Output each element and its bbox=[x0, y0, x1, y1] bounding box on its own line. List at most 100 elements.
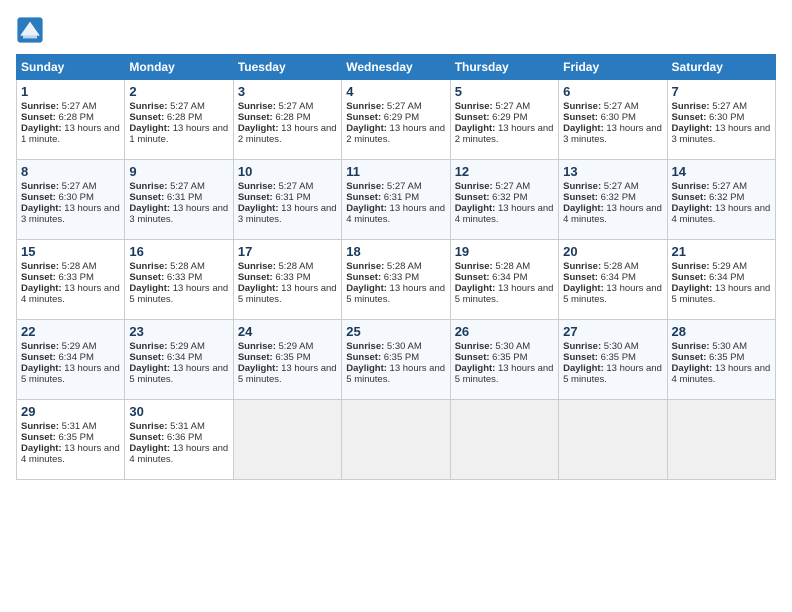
sunrise-label: Sunrise: bbox=[455, 101, 496, 112]
sunrise-value: 5:27 AM bbox=[62, 181, 97, 192]
calendar-cell bbox=[667, 400, 775, 480]
calendar-cell: 4Sunrise: 5:27 AMSunset: 6:29 PMDaylight… bbox=[342, 80, 450, 160]
calendar-cell: 20Sunrise: 5:28 AMSunset: 6:34 PMDayligh… bbox=[559, 240, 667, 320]
sunrise-value: 5:27 AM bbox=[62, 101, 97, 112]
day-number: 17 bbox=[238, 244, 337, 259]
sunrise-label: Sunrise: bbox=[21, 181, 62, 192]
header bbox=[16, 16, 776, 44]
sunrise-value: 5:30 AM bbox=[604, 341, 639, 352]
day-number: 11 bbox=[346, 164, 445, 179]
daylight-label: Daylight: bbox=[563, 123, 606, 134]
sunrise-label: Sunrise: bbox=[129, 181, 170, 192]
daylight-label: Daylight: bbox=[238, 123, 281, 134]
sunset-label: Sunset: bbox=[21, 432, 58, 443]
day-number: 8 bbox=[21, 164, 120, 179]
sunset-label: Sunset: bbox=[129, 352, 166, 363]
sunrise-value: 5:29 AM bbox=[62, 341, 97, 352]
daylight-label: Daylight: bbox=[455, 203, 498, 214]
calendar-week-row: 8Sunrise: 5:27 AMSunset: 6:30 PMDaylight… bbox=[17, 160, 776, 240]
sunrise-value: 5:27 AM bbox=[712, 101, 747, 112]
sunrise-value: 5:29 AM bbox=[170, 341, 205, 352]
sunset-label: Sunset: bbox=[672, 192, 709, 203]
sunset-label: Sunset: bbox=[129, 272, 166, 283]
calendar-cell: 10Sunrise: 5:27 AMSunset: 6:31 PMDayligh… bbox=[233, 160, 341, 240]
sunset-label: Sunset: bbox=[455, 192, 492, 203]
sunrise-value: 5:27 AM bbox=[387, 101, 422, 112]
calendar-cell: 1Sunrise: 5:27 AMSunset: 6:28 PMDaylight… bbox=[17, 80, 125, 160]
sunrise-value: 5:27 AM bbox=[170, 181, 205, 192]
sunset-value: 6:33 PM bbox=[384, 272, 419, 283]
calendar-cell: 3Sunrise: 5:27 AMSunset: 6:28 PMDaylight… bbox=[233, 80, 341, 160]
sunrise-label: Sunrise: bbox=[21, 101, 62, 112]
daylight-label: Daylight: bbox=[346, 283, 389, 294]
sunset-value: 6:30 PM bbox=[709, 112, 744, 123]
sunset-value: 6:35 PM bbox=[275, 352, 310, 363]
daylight-label: Daylight: bbox=[455, 363, 498, 374]
daylight-label: Daylight: bbox=[129, 283, 172, 294]
sunrise-label: Sunrise: bbox=[129, 341, 170, 352]
day-number: 5 bbox=[455, 84, 554, 99]
daylight-label: Daylight: bbox=[563, 363, 606, 374]
daylight-label: Daylight: bbox=[346, 363, 389, 374]
sunset-label: Sunset: bbox=[672, 272, 709, 283]
calendar-cell: 29Sunrise: 5:31 AMSunset: 6:35 PMDayligh… bbox=[17, 400, 125, 480]
weekday-header-row: SundayMondayTuesdayWednesdayThursdayFrid… bbox=[17, 55, 776, 80]
logo-icon bbox=[16, 16, 44, 44]
sunset-label: Sunset: bbox=[238, 352, 275, 363]
sunrise-label: Sunrise: bbox=[21, 341, 62, 352]
sunrise-label: Sunrise: bbox=[21, 421, 62, 432]
sunset-label: Sunset: bbox=[563, 272, 600, 283]
sunset-value: 6:32 PM bbox=[492, 192, 527, 203]
day-number: 16 bbox=[129, 244, 228, 259]
day-number: 3 bbox=[238, 84, 337, 99]
day-number: 30 bbox=[129, 404, 228, 419]
sunset-label: Sunset: bbox=[129, 432, 166, 443]
calendar-cell: 23Sunrise: 5:29 AMSunset: 6:34 PMDayligh… bbox=[125, 320, 233, 400]
sunset-value: 6:35 PM bbox=[601, 352, 636, 363]
day-number: 27 bbox=[563, 324, 662, 339]
sunset-label: Sunset: bbox=[672, 352, 709, 363]
sunrise-label: Sunrise: bbox=[21, 261, 62, 272]
sunset-label: Sunset: bbox=[346, 272, 383, 283]
sunset-value: 6:28 PM bbox=[167, 112, 202, 123]
calendar-cell bbox=[559, 400, 667, 480]
sunrise-value: 5:28 AM bbox=[170, 261, 205, 272]
sunrise-label: Sunrise: bbox=[238, 101, 279, 112]
calendar-cell: 2Sunrise: 5:27 AMSunset: 6:28 PMDaylight… bbox=[125, 80, 233, 160]
calendar-cell: 22Sunrise: 5:29 AMSunset: 6:34 PMDayligh… bbox=[17, 320, 125, 400]
calendar-cell: 12Sunrise: 5:27 AMSunset: 6:32 PMDayligh… bbox=[450, 160, 558, 240]
day-number: 18 bbox=[346, 244, 445, 259]
sunrise-value: 5:27 AM bbox=[279, 101, 314, 112]
calendar-cell: 30Sunrise: 5:31 AMSunset: 6:36 PMDayligh… bbox=[125, 400, 233, 480]
sunrise-label: Sunrise: bbox=[672, 341, 713, 352]
daylight-label: Daylight: bbox=[21, 443, 64, 454]
sunrise-label: Sunrise: bbox=[238, 261, 279, 272]
sunset-value: 6:32 PM bbox=[601, 192, 636, 203]
calendar-cell: 6Sunrise: 5:27 AMSunset: 6:30 PMDaylight… bbox=[559, 80, 667, 160]
daylight-label: Daylight: bbox=[238, 203, 281, 214]
sunset-value: 6:35 PM bbox=[709, 352, 744, 363]
calendar-week-row: 22Sunrise: 5:29 AMSunset: 6:34 PMDayligh… bbox=[17, 320, 776, 400]
calendar-week-row: 15Sunrise: 5:28 AMSunset: 6:33 PMDayligh… bbox=[17, 240, 776, 320]
weekday-header: Friday bbox=[559, 55, 667, 80]
sunset-label: Sunset: bbox=[21, 192, 58, 203]
day-number: 1 bbox=[21, 84, 120, 99]
logo bbox=[16, 16, 48, 44]
day-number: 21 bbox=[672, 244, 771, 259]
sunset-value: 6:28 PM bbox=[58, 112, 93, 123]
sunrise-value: 5:30 AM bbox=[387, 341, 422, 352]
weekday-header: Wednesday bbox=[342, 55, 450, 80]
sunrise-value: 5:27 AM bbox=[387, 181, 422, 192]
sunrise-value: 5:27 AM bbox=[604, 181, 639, 192]
daylight-label: Daylight: bbox=[238, 363, 281, 374]
sunrise-value: 5:27 AM bbox=[279, 181, 314, 192]
daylight-label: Daylight: bbox=[129, 363, 172, 374]
sunrise-label: Sunrise: bbox=[563, 341, 604, 352]
day-number: 28 bbox=[672, 324, 771, 339]
sunrise-label: Sunrise: bbox=[672, 261, 713, 272]
sunrise-label: Sunrise: bbox=[455, 181, 496, 192]
sunrise-value: 5:27 AM bbox=[495, 101, 530, 112]
day-number: 20 bbox=[563, 244, 662, 259]
sunset-label: Sunset: bbox=[455, 352, 492, 363]
sunset-label: Sunset: bbox=[563, 352, 600, 363]
